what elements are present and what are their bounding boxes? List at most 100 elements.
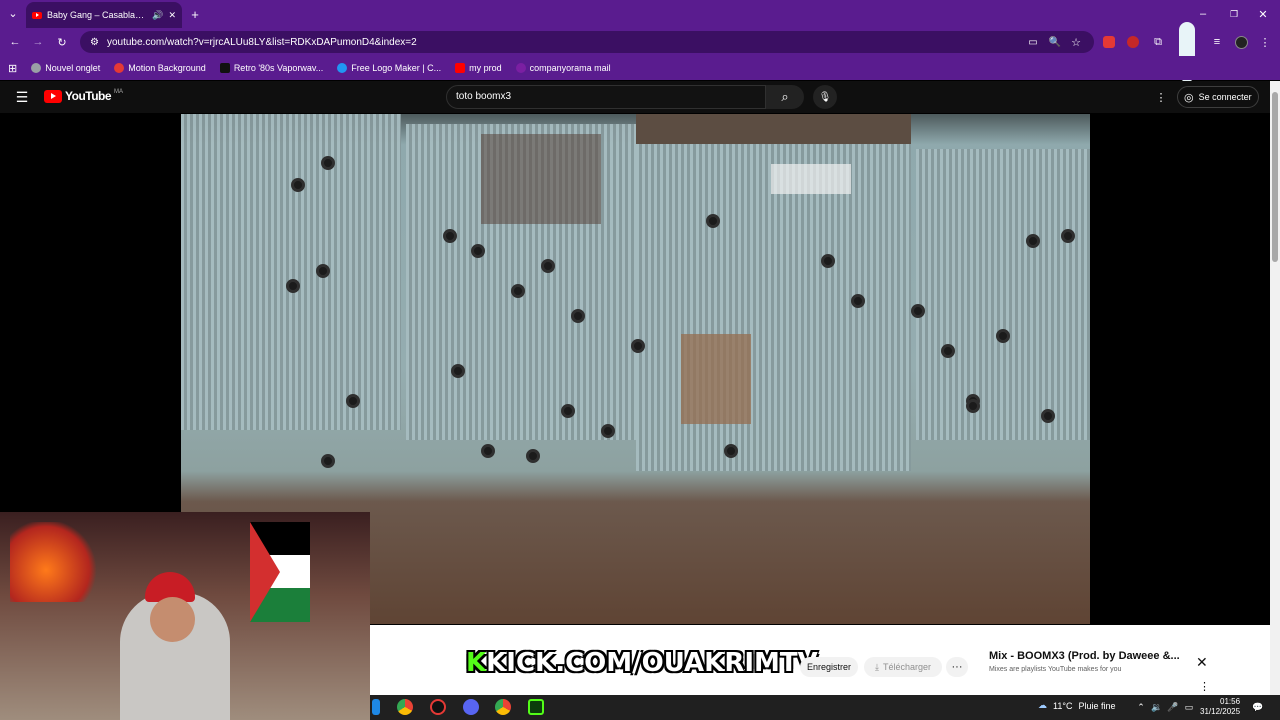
chrome-taskbar-icon[interactable] [397, 699, 413, 715]
minimize-window-icon[interactable]: – [1196, 7, 1210, 21]
site-info-icon[interactable]: ⚙ [90, 37, 99, 48]
video-frame-tire [321, 454, 335, 468]
video-frame-tire [471, 244, 485, 258]
restore-window-icon[interactable]: ❐ [1227, 7, 1241, 21]
close-window-icon[interactable]: ✕ [1256, 7, 1270, 21]
kick-overlay-text: KKICK.COM/OUAKRIMTV [466, 648, 818, 678]
extension-red-icon[interactable] [1103, 36, 1115, 48]
search-button[interactable]: ⌕ [766, 85, 804, 109]
chrome-menu-icon[interactable]: ⋮ [1258, 35, 1272, 49]
video-frame-tire [451, 364, 465, 378]
webcam-overlay [0, 512, 370, 720]
webcam-flag-triangle [250, 522, 280, 622]
taskbar-clock[interactable]: 01:56 31/12/2025 [1200, 697, 1240, 717]
taskbar-app-icon[interactable] [372, 699, 380, 715]
video-frame-tire [511, 284, 525, 298]
webcam-face [150, 597, 195, 642]
bookmark-favicon-icon [337, 63, 348, 73]
mix-more-icon[interactable]: ⋮ [1199, 680, 1210, 693]
webcam-fire-light [10, 522, 100, 602]
video-frame-tire [1041, 409, 1055, 423]
video-frame-tire [561, 404, 575, 418]
youtube-play-logo-icon [44, 89, 62, 103]
media-controls-icon[interactable]: ≡ [1210, 35, 1224, 49]
microphone-tray-icon[interactable]: 🎤 [1167, 701, 1178, 713]
bookmarks-bar: ⊞ Nouvel onglet Motion Background Retro … [0, 56, 1280, 80]
video-frame-debris [681, 334, 751, 424]
video-frame-debris [481, 134, 601, 224]
bookmark-item[interactable]: companyorama mail [515, 63, 611, 73]
youtube-logo[interactable]: YouTube MA [44, 89, 123, 103]
discord-taskbar-icon[interactable] [463, 699, 479, 715]
video-frame-tire [316, 264, 330, 278]
tray-chevron-icon[interactable]: ⌃ [1136, 701, 1146, 713]
video-frame-tire [706, 214, 720, 228]
zoom-icon[interactable]: 🔍 [1048, 35, 1062, 49]
scrollbar-thumb[interactable] [1272, 92, 1278, 262]
video-frame-tire [346, 394, 360, 408]
video-frame-tire [291, 178, 305, 192]
address-bar[interactable]: ⚙ youtube.com/watch?v=rjrcALUu8LY&list=R… [80, 31, 1094, 53]
video-frame-tire [1026, 234, 1040, 248]
hamburger-menu-icon[interactable]: ☰ [14, 89, 30, 105]
download-button[interactable]: ⤓ Télécharger [864, 657, 942, 677]
video-frame-tire [851, 294, 865, 308]
extension-badge-icon[interactable] [1127, 36, 1139, 48]
new-tab-plus-icon[interactable]: + [188, 7, 202, 22]
bookmark-item[interactable]: my prod [455, 63, 502, 73]
video-frame-debris [636, 114, 911, 144]
close-icon[interactable]: ✕ [1196, 654, 1208, 671]
extensions-puzzle-icon[interactable]: ⧉ [1151, 35, 1165, 49]
notifications-icon[interactable]: 💬 [1252, 701, 1264, 713]
mix-subtitle: Mixes are playlists YouTube makes for yo… [989, 666, 1122, 673]
back-arrow-icon[interactable]: ← [8, 35, 22, 49]
video-frame-tire [601, 424, 615, 438]
bookmark-favicon-icon [515, 63, 526, 73]
tab-close-icon[interactable]: ✕ [168, 10, 176, 21]
video-frame-tire [631, 339, 645, 353]
url-text: youtube.com/watch?v=rjrcALUu8LY&list=RDK… [106, 36, 417, 48]
network-icon[interactable]: ▭ [1184, 701, 1194, 713]
forward-arrow-icon[interactable]: → [31, 35, 45, 49]
audio-playing-icon[interactable]: 🔊 [152, 10, 163, 21]
profile-avatar[interactable] [1235, 36, 1248, 49]
voice-search-button[interactable]: 🎙 [813, 85, 837, 109]
more-actions-button[interactable]: ··· [946, 657, 968, 677]
install-app-icon[interactable]: ▭ [1026, 35, 1040, 49]
volume-icon[interactable]: 🔉 [1151, 701, 1162, 713]
bookmark-item[interactable]: Motion Background [114, 63, 206, 73]
kick-taskbar-icon[interactable] [528, 699, 544, 715]
video-frame-tire [321, 156, 335, 170]
save-button[interactable]: Enregistrer [800, 657, 858, 677]
bookmark-item[interactable]: Nouvel onglet [31, 63, 100, 73]
weather-widget[interactable]: ☁ 11°C Pluie fine [1038, 700, 1115, 711]
bookmark-item[interactable]: Free Logo Maker | C... [337, 63, 441, 73]
video-frame-tire [821, 254, 835, 268]
bookmark-star-icon[interactable]: ☆ [1069, 35, 1083, 49]
settings-more-icon[interactable]: ⋮ [1154, 90, 1168, 104]
bookmark-item[interactable]: Retro '80s Vaporwav... [219, 63, 323, 73]
video-frame-tire [443, 229, 457, 243]
video-frame-tire [571, 309, 585, 323]
bookmark-favicon-icon [31, 63, 42, 73]
video-frame-tire [526, 449, 540, 463]
video-frame-tire [941, 344, 955, 358]
video-frame-tire [481, 444, 495, 458]
video-frame-roof [181, 114, 401, 431]
reload-icon[interactable]: ↻ [55, 35, 69, 49]
mix-title[interactable]: Mix - BOOMX3 (Prod. by Daweee &... [989, 650, 1180, 662]
obs-taskbar-icon[interactable] [430, 699, 446, 715]
video-frame-debris [771, 164, 851, 194]
browser-tab[interactable]: Baby Gang – Casablanca (ft 🔊 ✕ [26, 2, 182, 28]
youtube-favicon-icon [32, 11, 42, 19]
sign-in-button[interactable]: ◎ Se connecter [1177, 86, 1259, 108]
apps-grid-icon[interactable]: ⊞ [8, 62, 17, 75]
search-input[interactable]: toto boomx3 [446, 85, 766, 109]
tab-search-chevron-icon[interactable]: ⌄ [6, 6, 20, 20]
account-circle-icon: ◎ [1184, 91, 1194, 104]
download-icon: ⤓ [874, 661, 879, 672]
video-frame-tire [541, 259, 555, 273]
chrome-profile-taskbar-icon[interactable] [495, 699, 511, 715]
sign-in-label: Se connecter [1198, 92, 1252, 102]
video-frame-tire [966, 399, 980, 413]
